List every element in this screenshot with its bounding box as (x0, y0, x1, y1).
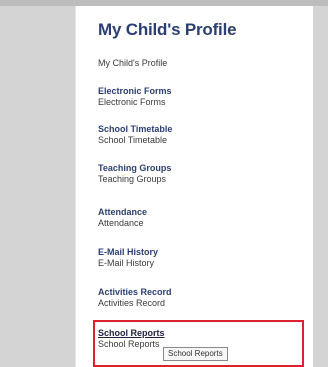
nav-link-school-timetable[interactable]: School Timetable (98, 135, 298, 146)
nav-heading-attendance[interactable]: Attendance (98, 207, 298, 218)
page-title: My Child's Profile (98, 20, 237, 39)
nav-section-electronic-forms: Electronic Forms Electronic Forms (98, 86, 298, 108)
nav-link-activities-record[interactable]: Activities Record (98, 298, 298, 309)
nav-section-email-history: E-Mail History E-Mail History (98, 247, 298, 269)
nav-link-my-childs-profile[interactable]: My Child's Profile (98, 58, 167, 68)
profile-panel: My Child's Profile My Child's Profile El… (75, 6, 313, 367)
nav-link-attendance[interactable]: Attendance (98, 218, 298, 229)
nav-heading-activities-record[interactable]: Activities Record (98, 287, 298, 298)
nav-link-email-history[interactable]: E-Mail History (98, 258, 298, 269)
nav-heading-email-history[interactable]: E-Mail History (98, 247, 298, 258)
hover-tooltip: School Reports (163, 347, 228, 361)
nav-heading-school-reports[interactable]: School Reports (98, 328, 298, 339)
nav-section-attendance: Attendance Attendance (98, 207, 298, 229)
nav-link-electronic-forms[interactable]: Electronic Forms (98, 97, 298, 108)
nav-section-school-timetable: School Timetable School Timetable (98, 124, 298, 146)
nav-heading-electronic-forms[interactable]: Electronic Forms (98, 86, 298, 97)
nav-section-activities-record: Activities Record Activities Record (98, 287, 298, 309)
nav-heading-teaching-groups[interactable]: Teaching Groups (98, 163, 298, 174)
nav-link-teaching-groups[interactable]: Teaching Groups (98, 174, 298, 185)
nav-section-teaching-groups: Teaching Groups Teaching Groups (98, 163, 298, 185)
nav-heading-school-timetable[interactable]: School Timetable (98, 124, 298, 135)
